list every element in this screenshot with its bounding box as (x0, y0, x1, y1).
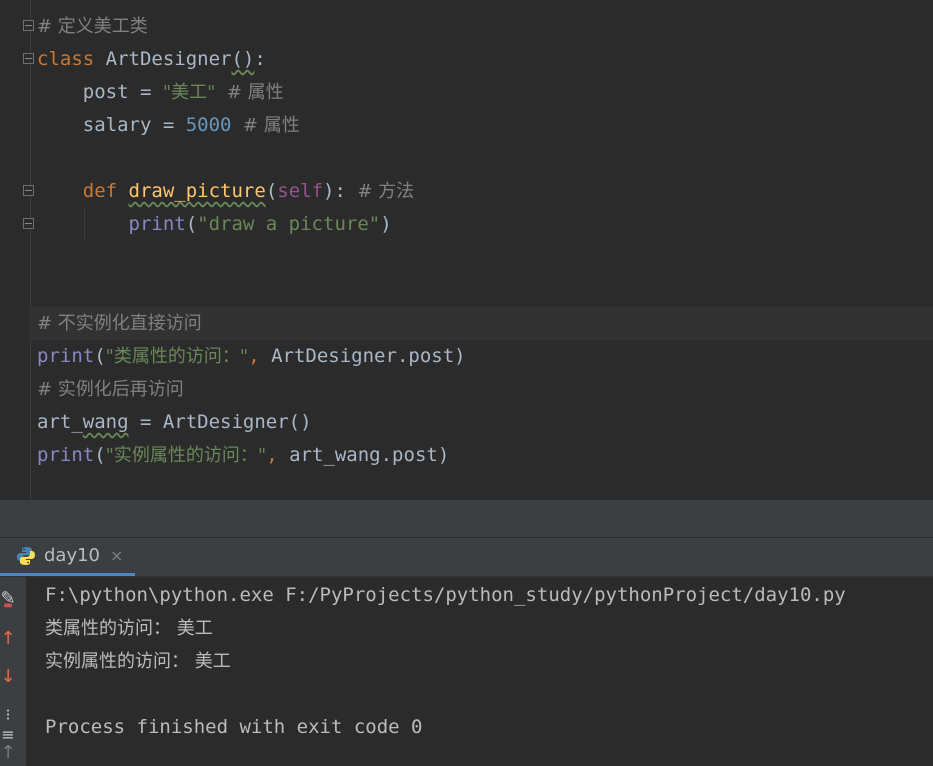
panel-splitter[interactable] (0, 500, 933, 538)
code-token: ): (323, 180, 346, 202)
code-token: , (248, 345, 272, 367)
code-token: "draw a picture" (197, 213, 381, 235)
console-command-line: F:\python\python.exe F:/PyProjects/pytho… (45, 584, 846, 606)
console-output-line: 实例属性的访问： 美工 (45, 651, 231, 672)
code-token: # 不实例化直接访问 (37, 313, 202, 334)
code-token: ArtDesigner.post) (271, 345, 466, 367)
code-token: : (254, 48, 266, 70)
code-line[interactable]: salary = 5000 # 属性 (37, 109, 300, 142)
fold-marker-icon[interactable] (23, 218, 34, 229)
code-token: self (277, 180, 324, 202)
code-token: # 定义美工类 (37, 16, 148, 37)
run-tab-day10[interactable]: day10 × (0, 538, 136, 576)
code-token: art_wang.post) (289, 444, 450, 466)
code-token: print (37, 345, 95, 367)
code-token: wang (82, 411, 129, 433)
console-toolbar: ✎ ▬ ↑ ↓ ⁝≡ ↑ (0, 577, 26, 766)
console-exit-line: Process finished with exit code 0 (45, 716, 423, 738)
code-token: art_ (37, 411, 83, 433)
fold-marker-icon[interactable] (23, 185, 34, 196)
stop-indicator-icon: ▬ (3, 600, 13, 611)
code-token: "类属性的访问：" (105, 346, 249, 367)
code-line[interactable]: # 定义美工类 (37, 10, 148, 43)
console-output-line: 类属性的访问： 美工 (45, 618, 213, 639)
code-token: def (82, 180, 118, 202)
scroll-up-icon[interactable]: ↑ (0, 743, 16, 763)
editor-gutter (0, 0, 34, 500)
code-line[interactable]: art_wang = ArtDesigner() (37, 406, 312, 439)
code-token: "实例属性的访问：" (105, 445, 267, 466)
fold-marker-icon[interactable] (23, 20, 34, 31)
code-token: # 属性 (231, 115, 300, 136)
code-token: "美工" (162, 82, 216, 103)
code-line[interactable]: # 实例化后再访问 (37, 373, 184, 406)
code-token: # 实例化后再访问 (37, 379, 184, 400)
fold-marker-icon[interactable] (23, 53, 34, 64)
run-console[interactable]: ✎ ▬ ↑ ↓ ⁝≡ ↑ F:\python\python.exe F:/PyP… (0, 577, 933, 766)
code-token: 5000 (185, 114, 232, 136)
code-editor[interactable]: # 定义美工类 class ArtDesigner(): post = "美工" … (0, 0, 933, 500)
code-line[interactable]: print("draw a picture") (37, 208, 392, 241)
code-token: print (128, 213, 186, 235)
code-token: () (231, 48, 255, 70)
code-line[interactable]: def draw_picture(self): # 方法 (37, 175, 414, 208)
code-token: = ArtDesigner() (128, 411, 312, 433)
code-token: ( (94, 444, 106, 466)
code-token: salary = (37, 114, 186, 136)
code-token: draw_picture (128, 180, 266, 202)
code-token: post = (37, 81, 163, 103)
code-token: ( (94, 345, 106, 367)
arrow-up-icon[interactable]: ↑ (0, 629, 16, 649)
code-line[interactable]: class ArtDesigner(): (37, 43, 266, 76)
code-token: # 属性 (215, 82, 284, 103)
python-icon (17, 546, 35, 565)
code-token: ( (185, 213, 198, 235)
arrow-down-icon[interactable]: ↓ (0, 667, 16, 687)
soft-wrap-icon[interactable]: ⁝≡ (0, 705, 16, 745)
code-token: class (37, 48, 95, 70)
run-tab-label: day10 (44, 545, 101, 566)
code-token: ( (265, 180, 278, 202)
run-tool-window-header: day10 × (0, 538, 933, 577)
code-token: # 方法 (345, 181, 415, 202)
code-token: ) (380, 213, 392, 235)
code-line[interactable]: # 不实例化直接访问 (37, 307, 202, 340)
code-line[interactable]: post = "美工" # 属性 (37, 76, 284, 109)
close-icon[interactable]: × (110, 546, 123, 565)
code-token: print (37, 444, 95, 466)
code-line[interactable]: print("类属性的访问：", ArtDesigner.post) (37, 340, 466, 373)
code-line[interactable]: print("实例属性的访问：", art_wang.post) (37, 439, 449, 472)
code-token: , (266, 444, 290, 466)
code-token: ArtDesigner (94, 48, 232, 70)
